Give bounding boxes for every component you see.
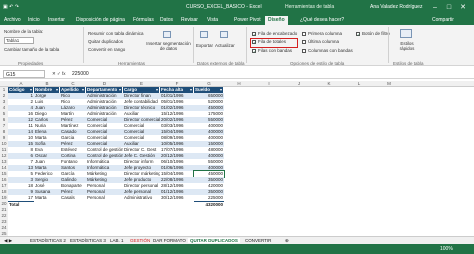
maximize-icon[interactable]: □ [444, 2, 454, 12]
tab-vista[interactable]: Vista [207, 17, 218, 23]
column-header[interactable]: M [374, 81, 404, 86]
banded-columns-label: Columnas con bandas [308, 48, 353, 53]
zoom-level[interactable]: 100% [440, 246, 453, 252]
tab-datos[interactable]: Datos [160, 17, 173, 23]
banded-rows-label: Filas con bandas [258, 48, 293, 53]
save-icon[interactable]: ▣ ↶ ↷ [3, 4, 19, 10]
tab-power-pivot[interactable]: Power Pivot [234, 17, 261, 23]
sheet-tab[interactable]: ESTADÍSTICAS 3 [70, 238, 106, 243]
refresh-icon[interactable] [220, 31, 228, 38]
ribbon: Nombre de la tabla: Tabla1 Cambiar tamañ… [0, 25, 474, 66]
tab-disposicion[interactable]: Disposición de página [76, 17, 125, 23]
minimize-icon[interactable]: – [430, 2, 440, 12]
total-row-label[interactable]: Total [8, 201, 34, 207]
first-column-checkbox[interactable] [302, 32, 306, 36]
refresh-button[interactable]: Actualizar [215, 43, 235, 48]
sheet-tab[interactable]: DAR FORMATO [153, 238, 186, 243]
group-datos-externos: Datos externos de tabla [197, 61, 245, 66]
total-row-value[interactable]: 4320000 [194, 201, 224, 207]
highlight-box [250, 38, 298, 48]
insert-slicer-button[interactable]: Insertar segmentación de datos [146, 41, 191, 51]
banded-rows-checkbox[interactable]: ✓ [252, 49, 256, 54]
table-cell[interactable]: 30/12/1996 [160, 195, 194, 201]
quick-styles-button[interactable]: Estilos rápidos [396, 41, 418, 51]
formula-bar: G15 ✕ ✓ fx 225000 [0, 69, 474, 79]
sheet-tab[interactable]: LAB. 1 [110, 238, 124, 243]
header-row-label: Fila de encabezado [258, 31, 298, 36]
tab-insertar[interactable]: Insertar [48, 17, 65, 23]
group-opciones-estilo: Opciones de estilo de tabla [290, 61, 345, 66]
convert-range-button[interactable]: Convertir en rango [88, 47, 125, 52]
filter-button-label: Botón de filtro [362, 31, 390, 36]
title-bar: ▣ ↶ ↷ CURSO_EXCEL_BASICO - Excel Herrami… [0, 0, 474, 15]
filter-button-checkbox[interactable]: ✓ [356, 32, 360, 37]
tab-archivo[interactable]: Archivo [4, 17, 21, 23]
table-cell[interactable]: Administrativo [123, 195, 160, 201]
column-header[interactable]: E [123, 81, 160, 86]
column-header[interactable]: I [254, 81, 284, 86]
sheet-tab-active[interactable]: QUITAR DUPLICADOS [188, 238, 240, 243]
banded-columns-checkbox[interactable] [302, 49, 306, 53]
table-name-input[interactable]: Tabla1 [4, 37, 34, 44]
column-header[interactable]: D [86, 81, 123, 86]
ribbon-tabs: Archivo Inicio Insertar Disposición de p… [0, 15, 474, 25]
tell-me-input[interactable]: ¿Qué desea hacer? [300, 17, 344, 23]
export-button[interactable]: Exportar [196, 43, 213, 48]
user-name[interactable]: Ana Valadez Rodríguez [370, 4, 422, 10]
share-button[interactable]: Compartir [432, 17, 454, 23]
sheet-tab[interactable]: CONVERTIR [245, 238, 271, 243]
status-bar: 100% [0, 244, 474, 254]
window-title: CURSO_EXCEL_BASICO - Excel [186, 4, 262, 10]
divider [193, 27, 194, 63]
table-cell[interactable]: Marta [34, 195, 60, 201]
group-herramientas: Herramientas [118, 61, 146, 66]
divider [83, 27, 84, 63]
column-header[interactable]: J [284, 81, 314, 86]
context-title: Herramientas de tabla [285, 4, 335, 10]
column-header[interactable]: B [34, 81, 60, 86]
tab-diseno[interactable]: Diseño [265, 16, 288, 25]
sheet-tabs: ◀ ▶ ESTADÍSTICAS 2 ESTADÍSTICAS 3 LAB. 1… [0, 236, 474, 244]
sheet-tab[interactable]: GESTIÓN [130, 238, 150, 243]
table-name-label: Nombre de la tabla: [4, 29, 44, 34]
formula-input[interactable]: 225000 [72, 71, 89, 77]
last-column-label: Última columna [308, 39, 340, 44]
slicer-icon[interactable] [163, 31, 171, 38]
table-cell[interactable]: Casals [60, 195, 86, 201]
header-row-checkbox[interactable]: ✓ [252, 32, 256, 37]
group-propiedades: Propiedades [18, 61, 44, 66]
last-column-checkbox[interactable] [302, 40, 306, 44]
table-cell[interactable]: Personal [86, 195, 123, 201]
sheet-tab[interactable]: ESTADÍSTICAS 2 [30, 238, 66, 243]
column-header[interactable]: C [60, 81, 86, 86]
tab-revisar[interactable]: Revisar [181, 17, 198, 23]
column-header[interactable]: L [344, 81, 374, 86]
resize-table-button[interactable]: Cambiar tamaño de la tabla [4, 47, 59, 52]
column-header[interactable]: G [194, 81, 224, 86]
tab-formulas[interactable]: Fórmulas [133, 17, 154, 23]
group-estilos: Estilos de tabla [393, 61, 424, 66]
column-header[interactable]: A [8, 81, 34, 86]
styles-gallery-icon[interactable] [400, 29, 412, 38]
remove-duplicates-button[interactable]: Quitar duplicados [88, 39, 123, 44]
export-icon[interactable] [200, 31, 208, 38]
close-icon[interactable]: ✕ [458, 2, 468, 12]
name-box[interactable]: G15 [3, 70, 45, 78]
first-column-label: Primera columna [308, 31, 343, 36]
column-header[interactable]: F [160, 81, 194, 86]
divider [246, 27, 247, 63]
divider [388, 27, 389, 63]
column-header[interactable]: K [314, 81, 344, 86]
fx-icon[interactable]: ✕ ✓ fx [52, 71, 66, 77]
pivot-summary-button[interactable]: Resumir con tabla dinámica [88, 31, 144, 36]
tab-inicio[interactable]: Inicio [28, 17, 40, 23]
column-header[interactable]: H [224, 81, 254, 86]
